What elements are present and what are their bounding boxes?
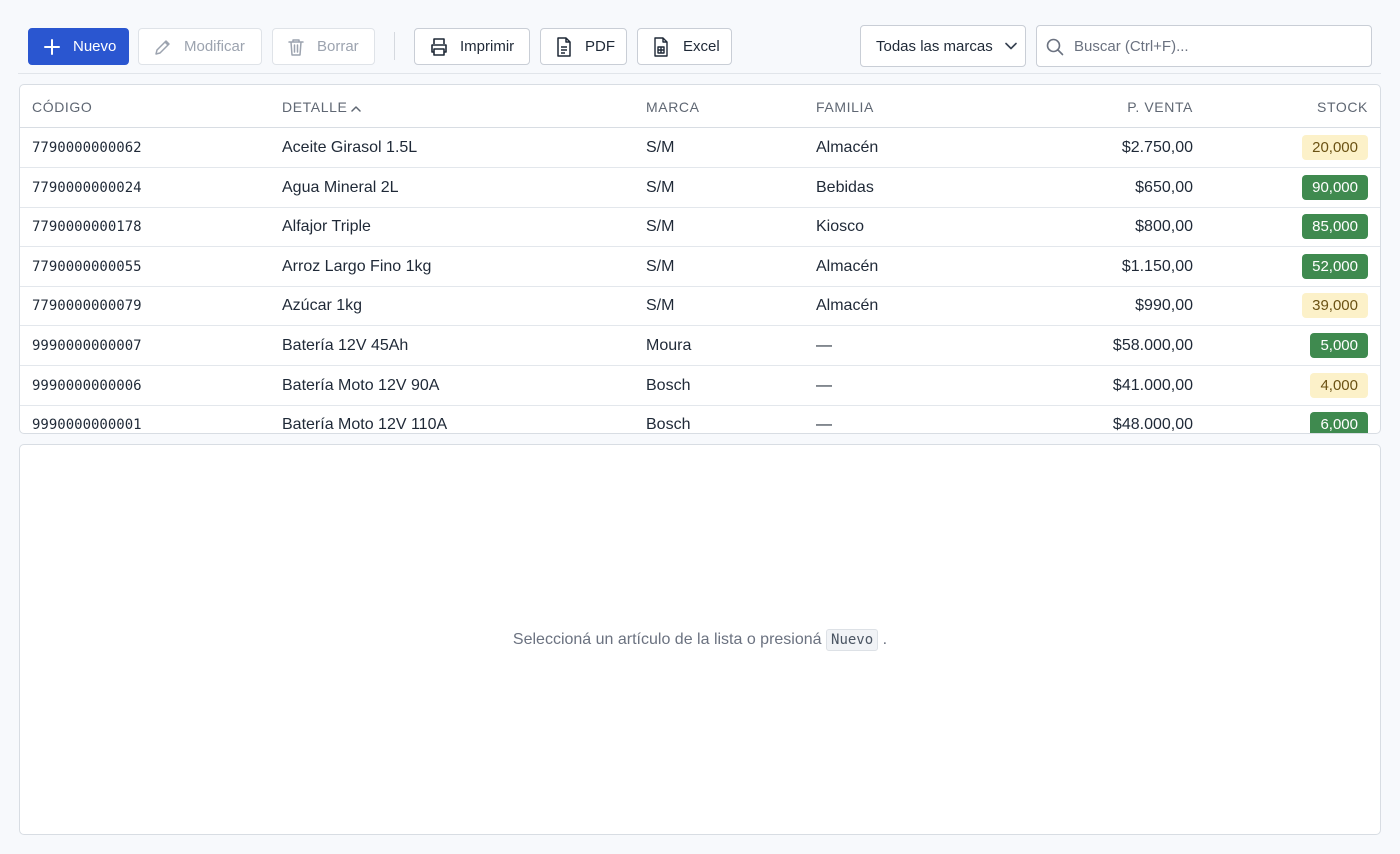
cell-detail: Alfajor Triple (282, 218, 371, 236)
brand-filter-value: Todas las marcas (876, 38, 993, 55)
stock-badge: 52,000 (1302, 253, 1368, 279)
cell-brand: Bosch (646, 376, 691, 394)
cell-code: 7790000000024 (32, 179, 142, 196)
print-button-label: Imprimir (460, 38, 515, 55)
table-row[interactable]: 9990000000007 Batería 12V 45Ah Moura — $58.0… (20, 326, 1380, 366)
table-row[interactable]: 7790000000079 Azúcar 1kg S/M Almacén $990,00… (20, 286, 1380, 327)
search-input[interactable] (1074, 27, 1364, 65)
excel-button[interactable]: Excel (637, 28, 732, 65)
excel-button-label: Excel (683, 38, 720, 55)
cell-price: $48.000,00 (1112, 416, 1193, 434)
articles-table: CÓDIGO DETALLE MARCA FAMILIA P. VENTA ST… (19, 84, 1381, 434)
edit-button[interactable]: Modificar (138, 28, 262, 65)
cell-family: Kiosco (816, 218, 865, 236)
cell-detail: Batería 12V 45Ah (282, 337, 409, 354)
delete-button-label: Borrar (317, 38, 359, 55)
empty-state-message: Seleccioná un artículo de la lista o pre… (20, 629, 1380, 651)
stock-badge: 4,000 (1310, 372, 1368, 398)
pdf-button-label: PDF (585, 38, 615, 55)
chevron-up-icon (351, 106, 362, 112)
toolbar-divider (394, 32, 395, 60)
cell-code: 9990000000006 (32, 377, 142, 394)
pencil-icon (155, 40, 170, 55)
cell-brand: S/M (646, 139, 675, 156)
stock-badge: 90,000 (1302, 174, 1368, 200)
new-button-label: Nuevo (73, 38, 117, 55)
cell-family: — (816, 376, 832, 394)
column-header-detail[interactable]: DETALLE (282, 99, 362, 115)
print-button[interactable]: Imprimir (414, 28, 530, 65)
stock-badge: 20,000 (1302, 135, 1368, 160)
empty-state-suffix: . (882, 631, 888, 648)
column-header-price[interactable]: P. VENTA (1127, 99, 1193, 115)
cell-price: $1.150,00 (1121, 257, 1193, 275)
cell-price: $800,00 (1135, 218, 1193, 236)
cell-code: 7790000000055 (32, 258, 142, 275)
cell-brand: S/M (646, 257, 675, 275)
new-button[interactable]: Nuevo (28, 28, 129, 65)
edit-button-label: Modificar (184, 38, 245, 55)
cell-code: 7790000000079 (32, 298, 142, 315)
table-header: CÓDIGO DETALLE MARCA FAMILIA P. VENTA ST… (20, 85, 1380, 128)
cell-brand: S/M (646, 178, 675, 196)
cell-code: 7790000000178 (32, 219, 142, 236)
cell-family: — (816, 416, 832, 434)
cell-detail: Batería Moto 12V 90A (282, 376, 440, 394)
column-header-family[interactable]: FAMILIA (816, 99, 874, 115)
table-row[interactable]: 7790000000178 Alfajor Triple S/M Kiosco $800… (20, 207, 1380, 248)
cell-family: Almacén (816, 257, 879, 275)
column-header-code[interactable]: CÓDIGO (32, 99, 92, 115)
cell-price: $2.750,00 (1121, 139, 1193, 156)
cell-detail: Batería Moto 12V 110A (282, 416, 448, 434)
cell-family: Almacén (816, 297, 879, 315)
table-row[interactable]: 7790000000024 Agua Mineral 2L S/M Bebidas $6… (20, 168, 1380, 208)
cell-price: $650,00 (1135, 178, 1193, 196)
column-header-stock[interactable]: STOCK (1317, 99, 1368, 115)
cell-code: 9990000000007 (32, 338, 142, 354)
new-key-hint: Nuevo (826, 629, 879, 651)
stock-badge: 5,000 (1310, 333, 1368, 358)
cell-code: 9990000000001 (32, 417, 142, 434)
table-row[interactable]: 9990000000006 Batería Moto 12V 90A Bosch — $… (20, 366, 1380, 406)
search-icon (1046, 38, 1064, 56)
printer-icon (431, 38, 447, 56)
cell-detail: Aceite Girasol 1.5L (282, 139, 418, 156)
pdf-button[interactable]: PDF (540, 28, 627, 65)
chevron-down-icon (1005, 42, 1017, 50)
column-header-brand[interactable]: MARCA (646, 99, 700, 115)
cell-brand: S/M (646, 218, 675, 236)
cell-brand: S/M (646, 297, 675, 315)
cell-code: 7790000000062 (32, 140, 142, 156)
cell-family: — (816, 337, 832, 354)
cell-price: $58.000,00 (1112, 337, 1193, 354)
detail-panel: Seleccioná un artículo de la lista o pre… (19, 444, 1381, 835)
toolbar: Nuevo Modificar Borrar Imprimir PDF Exce… (18, 0, 1381, 74)
table-row[interactable]: 9990000000001 Batería Moto 12V 110A Bosch —… (20, 405, 1380, 434)
cell-price: $990,00 (1135, 297, 1193, 315)
cell-brand: Moura (646, 337, 692, 354)
search-box (1036, 25, 1372, 67)
trash-icon (288, 39, 304, 56)
cell-price: $41.000,00 (1112, 376, 1193, 394)
cell-detail: Arroz Largo Fino 1kg (282, 257, 432, 275)
empty-state-text: Seleccioná un artículo de la lista o pre… (512, 631, 822, 648)
spreadsheet-document-icon (654, 37, 668, 57)
cell-brand: Bosch (646, 416, 691, 434)
table-row[interactable]: 7790000000055 Arroz Largo Fino 1kg S/M Alma… (20, 247, 1380, 287)
stock-badge: 85,000 (1302, 214, 1368, 240)
plus-icon (44, 39, 60, 55)
delete-button[interactable]: Borrar (272, 28, 375, 65)
brand-filter-select[interactable]: Todas las marcas (860, 25, 1026, 67)
cell-family: Almacén (816, 139, 879, 156)
stock-badge: 39,000 (1302, 293, 1368, 319)
cell-detail: Azúcar 1kg (282, 297, 363, 315)
table-row[interactable]: 7790000000062 Aceite Girasol 1.5L S/M Almac… (20, 128, 1380, 168)
cell-detail: Agua Mineral 2L (282, 178, 399, 196)
stock-badge: 6,000 (1310, 412, 1368, 433)
document-icon (557, 37, 571, 57)
cell-family: Bebidas (816, 178, 874, 196)
